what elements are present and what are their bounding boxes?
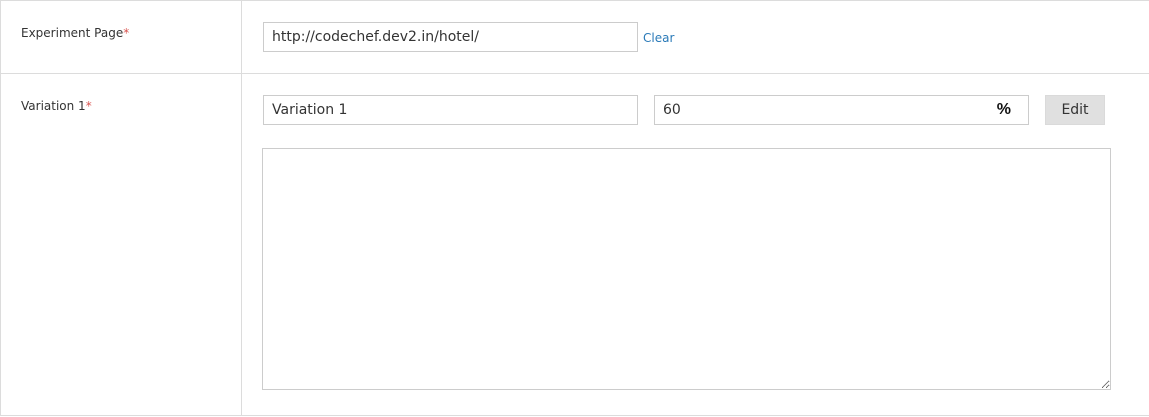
variation-label-cell: Variation 1* bbox=[1, 74, 242, 416]
variation-row: Variation 1* % Edit bbox=[1, 74, 1149, 416]
traffic-percent-input[interactable] bbox=[654, 95, 1029, 125]
edit-button[interactable]: Edit bbox=[1045, 95, 1105, 125]
required-asterisk: * bbox=[123, 26, 130, 40]
experiment-page-label-cell: Experiment Page* bbox=[1, 1, 242, 73]
experiment-page-label: Experiment Page* bbox=[21, 26, 129, 40]
variation-name-input[interactable] bbox=[263, 95, 638, 125]
percent-sign: % bbox=[996, 101, 1011, 118]
variation-label: Variation 1* bbox=[21, 99, 92, 113]
traffic-percent-field: % bbox=[654, 95, 1029, 125]
experiment-page-row: Experiment Page* Clear bbox=[1, 1, 1149, 74]
experiment-url-input[interactable] bbox=[263, 22, 638, 52]
experiment-form: Experiment Page* Clear Variation 1* % Ed… bbox=[0, 0, 1149, 416]
variation-code-textarea[interactable] bbox=[262, 148, 1111, 390]
variation-label-text: Variation 1 bbox=[21, 99, 86, 113]
experiment-page-label-text: Experiment Page bbox=[21, 26, 124, 40]
clear-link[interactable]: Clear bbox=[643, 31, 674, 45]
required-asterisk: * bbox=[85, 99, 92, 113]
